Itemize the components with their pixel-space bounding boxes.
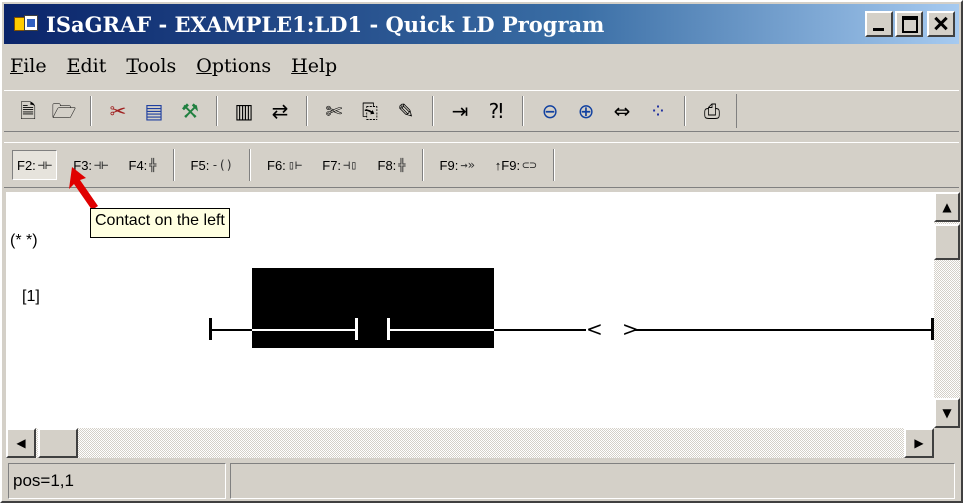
f9-jump-button[interactable]: F9: →» xyxy=(436,150,479,180)
message-status xyxy=(230,462,955,499)
menu-bar: File Edit Tools Options Help xyxy=(4,46,959,86)
minimize-button[interactable] xyxy=(865,11,893,37)
window-title: ISaGRAF - EXAMPLE1:LD1 - Quick LD Progra… xyxy=(46,11,605,37)
grid-icon[interactable]: ⁘ xyxy=(644,97,672,125)
return-icon: ⊂⊃ xyxy=(522,158,537,172)
caption-buttons xyxy=(865,11,955,37)
scroll-up-button[interactable]: ▲ xyxy=(934,192,960,222)
vertical-scrollbar[interactable]: ▲ ▼ xyxy=(934,192,960,428)
f6-block-button[interactable]: F6: ▯⊢ xyxy=(263,150,306,180)
coil-icon: -() xyxy=(211,158,234,172)
contact-bar-left xyxy=(355,318,358,340)
block-right-icon: ⊣▯ xyxy=(343,158,358,172)
coil-open[interactable]: < xyxy=(586,318,603,340)
parallel-block-icon: ╬ xyxy=(398,158,406,172)
close-button[interactable] xyxy=(927,11,955,37)
tooltip: Contact on the left xyxy=(90,208,230,238)
library-icon[interactable]: ▥ xyxy=(230,97,258,125)
toolbar-separator xyxy=(216,96,218,126)
menu-help[interactable]: Help xyxy=(291,55,337,77)
scrollbar-corner xyxy=(934,428,960,458)
menu-edit[interactable]: Edit xyxy=(67,55,107,77)
contact-left-icon: ⊣⊢ xyxy=(37,158,53,172)
zoom-out-icon[interactable]: ⊖ xyxy=(536,97,564,125)
contact-wire xyxy=(252,329,357,331)
title-bar[interactable]: ISaGRAF - EXAMPLE1:LD1 - Quick LD Progra… xyxy=(4,4,959,44)
wizard-icon[interactable]: ⚒ xyxy=(176,97,204,125)
menu-file[interactable]: File xyxy=(10,55,47,77)
paint-icon[interactable]: ✎ xyxy=(392,97,420,125)
copy-icon[interactable]: ⎘ xyxy=(356,97,384,125)
fit-width-icon[interactable]: ⇔ xyxy=(608,97,636,125)
print-icon[interactable]: ⎙ xyxy=(698,97,726,125)
f5-coil-button[interactable]: F5: -() xyxy=(187,150,237,180)
toolbar-separator xyxy=(522,96,524,126)
toolbar-separator xyxy=(432,96,434,126)
rung-comment[interactable]: (* *) xyxy=(10,232,38,250)
check-icon[interactable]: ⁈ xyxy=(482,97,510,125)
f8-parallel-block-button[interactable]: F8: ╬ xyxy=(374,150,410,180)
maximize-button[interactable] xyxy=(895,11,923,37)
status-bar: pos=1,1 xyxy=(4,460,959,501)
contact-wire xyxy=(389,329,494,331)
main-toolbar: 🗎 🗁 ✂ ▤ ⚒ ▥ ⇄ ✄ ⎘ ✎ ⇥ ⁈ ⊖ ⊕ ⇔ ⁘ ⎙ xyxy=(4,90,959,132)
open-document-icon[interactable]: 🗁 xyxy=(50,97,78,125)
jump-icon: →» xyxy=(460,158,475,172)
isagraf-app-icon[interactable] xyxy=(14,13,40,35)
toolbar-separator xyxy=(306,96,308,126)
scissors-icon[interactable]: ✄ xyxy=(320,97,348,125)
selected-contact[interactable] xyxy=(252,268,494,348)
new-document-icon[interactable]: 🗎 xyxy=(14,97,42,125)
wire xyxy=(211,329,253,331)
toolbar-separator xyxy=(684,96,686,126)
toolbar-separator xyxy=(90,96,92,126)
horizontal-scrollbar[interactable]: ◀ ▶ xyxy=(6,428,934,458)
block-left-icon: ▯⊢ xyxy=(287,158,303,172)
zoom-in-icon[interactable]: ⊕ xyxy=(572,97,600,125)
menu-tools[interactable]: Tools xyxy=(126,55,176,77)
horizontal-scroll-thumb[interactable] xyxy=(38,428,78,458)
vertical-scroll-thumb[interactable] xyxy=(934,224,960,260)
position-status: pos=1,1 xyxy=(8,462,226,499)
f2-contact-left-button[interactable]: F2: ⊣⊢ xyxy=(12,150,58,180)
rung-label: [1] xyxy=(22,288,40,305)
app-window: ISaGRAF - EXAMPLE1:LD1 - Quick LD Progra… xyxy=(0,0,963,503)
scroll-down-button[interactable]: ▼ xyxy=(934,398,960,428)
link-icon[interactable]: ⇄ xyxy=(266,97,294,125)
insert-icon[interactable]: ⇥ xyxy=(446,97,474,125)
ld-toolbar: F2: ⊣⊢ F3: ⊣⊢ F4: ╬ F5: -() F6: ▯⊢ F7: ⊣▯ F8: ╬… xyxy=(4,142,959,188)
f7-block-right-button[interactable]: F7: ⊣▯ xyxy=(318,150,361,180)
wire xyxy=(634,329,932,331)
scroll-right-button[interactable]: ▶ xyxy=(904,428,934,458)
shift-f9-return-button[interactable]: ↑F9: ⊂⊃ xyxy=(491,150,541,180)
program-icon[interactable]: ▤ xyxy=(140,97,168,125)
wire xyxy=(494,329,586,331)
f4-parallel-contact-button[interactable]: F4: ╬ xyxy=(125,150,161,180)
scroll-left-button[interactable]: ◀ xyxy=(6,428,36,458)
parallel-contact-icon: ╬ xyxy=(149,158,157,172)
cut-icon[interactable]: ✂ xyxy=(104,97,132,125)
menu-options[interactable]: Options xyxy=(196,55,271,77)
